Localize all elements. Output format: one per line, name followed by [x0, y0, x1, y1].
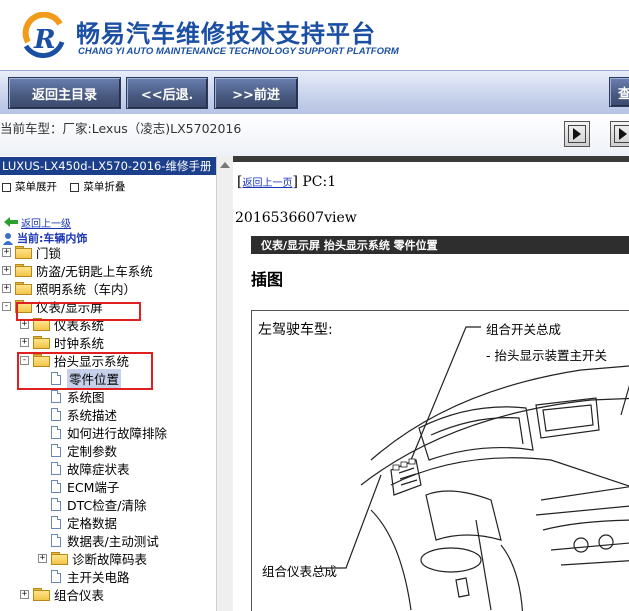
dashboard-drawing [321, 326, 629, 611]
expand-toggle-icon[interactable]: + [38, 553, 47, 563]
section-title: 仪表/显示屏 抬头显示系统 零件位置 [251, 236, 629, 254]
tree-item[interactable]: + 门锁 [2, 243, 61, 261]
tree-item[interactable]: + 时钟系统 [20, 333, 104, 351]
arrow-left-icon [4, 217, 18, 227]
tree-item[interactable]: 系统描述 [38, 405, 117, 423]
tree-item-label: 门锁 [36, 245, 62, 261]
tree-item-label: ECM端子 [67, 479, 120, 495]
next-page-button[interactable] [564, 121, 590, 147]
tree-item[interactable]: + 组合仪表 [20, 585, 104, 603]
header: R 畅易汽车维修技术支持平台 CHANG YI AUTO MAINTENANCE… [0, 0, 629, 70]
tree-item-label: 定格数据 [67, 515, 118, 531]
tree-item[interactable]: ECM端子 [38, 477, 119, 495]
app-subtitle: CHANG YI AUTO MAINTENANCE TECHNOLOGY SUP… [78, 46, 399, 57]
document-icon [51, 461, 61, 475]
view-id: 2016536607view [235, 210, 357, 226]
highlight-box [16, 302, 141, 321]
tree-item[interactable]: 如何进行故障排除 [38, 423, 167, 441]
document-icon [51, 533, 61, 547]
document-icon [51, 569, 61, 583]
folder-icon [15, 264, 32, 277]
current-model-text: 当前车型：厂家:Lexus（凌志)LX5702016 [0, 121, 242, 136]
tree-item[interactable]: + 照明系统（车内） [2, 279, 136, 297]
tree-item-label: 组合仪表 [54, 587, 105, 603]
illustration-title: 插图 [251, 270, 284, 289]
tree-item-label: DTC检查/清除 [67, 497, 147, 513]
tree-item[interactable]: 定制参数 [38, 441, 117, 459]
app-title: 畅易汽车维修技术支持平台 [76, 20, 376, 48]
tree-item-label: 如何进行故障排除 [67, 425, 168, 441]
logo-icon: R [22, 12, 65, 59]
menu-expand-button[interactable]: 菜单展开 [2, 181, 57, 193]
expand-toggle-icon[interactable]: + [2, 283, 11, 293]
tree-item[interactable]: + 防盗/无钥匙上车系统 [2, 261, 153, 279]
pc-label: PC:1 [302, 174, 337, 190]
highlight-box [17, 352, 153, 390]
folder-icon [51, 552, 68, 565]
sidebar: LUXUS-LX450d-LX570-2016-维修手册 菜单展开 菜单折叠 返… [0, 156, 216, 611]
tree-item-label: 故障症状表 [67, 461, 130, 477]
collapse-icon [70, 182, 80, 192]
document-icon [51, 497, 61, 511]
back-link[interactable]: 返回上一级 [21, 215, 71, 230]
back-button[interactable]: <<后退. [126, 77, 208, 109]
folder-icon [33, 588, 50, 601]
document-icon [51, 515, 61, 529]
expand-toggle-icon[interactable]: + [2, 265, 11, 275]
tree-item-label: 防盗/无钥匙上车系统 [36, 263, 153, 279]
document-icon [51, 479, 61, 493]
tree-item-label: 系统描述 [67, 407, 118, 423]
play-icon [614, 125, 629, 143]
tree-item[interactable]: 主开关电路 [38, 567, 130, 585]
sidebar-scrollbar[interactable] [216, 156, 234, 611]
tree-item-label: 时钟系统 [54, 335, 105, 351]
tree-item[interactable]: 数据表/主动测试 [38, 531, 159, 549]
svg-text:R: R [33, 25, 56, 55]
expand-icon [2, 182, 11, 192]
tree-item-label: 主开关电路 [67, 569, 130, 585]
home-button[interactable]: 返回主目录 [8, 77, 121, 109]
tree-item[interactable]: 故障症状表 [38, 459, 130, 477]
expand-toggle-icon[interactable]: + [20, 337, 29, 347]
forward-button[interactable]: >>前进 [214, 77, 298, 109]
document-icon [51, 389, 61, 403]
model-bar: 当前车型：厂家:Lexus（凌志)LX5702016 [0, 114, 629, 156]
menu-collapse-button[interactable]: 菜单折叠 [70, 181, 125, 193]
page-indicator: [返回上一页] PC:1 [237, 174, 337, 190]
tree-item[interactable]: DTC检查/清除 [38, 495, 146, 513]
illustration-figure: 左驾驶车型: 组合开关总成 - 抬头显示装置主开关 组合仪表总成 [251, 310, 629, 611]
collapse-toggle-icon[interactable]: - [2, 301, 11, 311]
folder-icon [33, 336, 50, 349]
tree-item[interactable]: + 诊断故障码表 [38, 549, 147, 567]
tree-item-label: 定制参数 [67, 443, 118, 459]
query-button[interactable]: 查 [609, 77, 629, 107]
play-icon [568, 125, 586, 143]
document-icon [51, 425, 61, 439]
tree-item[interactable]: 定格数据 [38, 513, 117, 531]
prev-page-link[interactable]: 返回上一页 [242, 178, 292, 189]
scroll-up-icon[interactable] [220, 162, 230, 168]
last-page-button[interactable] [610, 121, 629, 147]
sidebar-title: LUXUS-LX450d-LX570-2016-维修手册 [0, 157, 216, 175]
folder-icon [15, 282, 32, 295]
menu-ops: 菜单展开 菜单折叠 [2, 179, 135, 194]
document-icon [51, 443, 61, 457]
tree-item-label: 诊断故障码表 [72, 551, 148, 567]
toolbar: 返回主目录 <<后退. >>前进 查 [0, 70, 629, 115]
tree-item-label: 数据表/主动测试 [67, 533, 159, 549]
folder-icon [15, 246, 32, 259]
document-icon [51, 407, 61, 421]
expand-toggle-icon[interactable]: + [2, 247, 11, 257]
content-panel: [返回上一页] PC:1 2016536607view 仪表/显示屏 抬头显示系… [233, 162, 629, 611]
tree-item-label: 照明系统（车内） [36, 281, 137, 297]
expand-toggle-icon[interactable]: + [20, 589, 29, 599]
